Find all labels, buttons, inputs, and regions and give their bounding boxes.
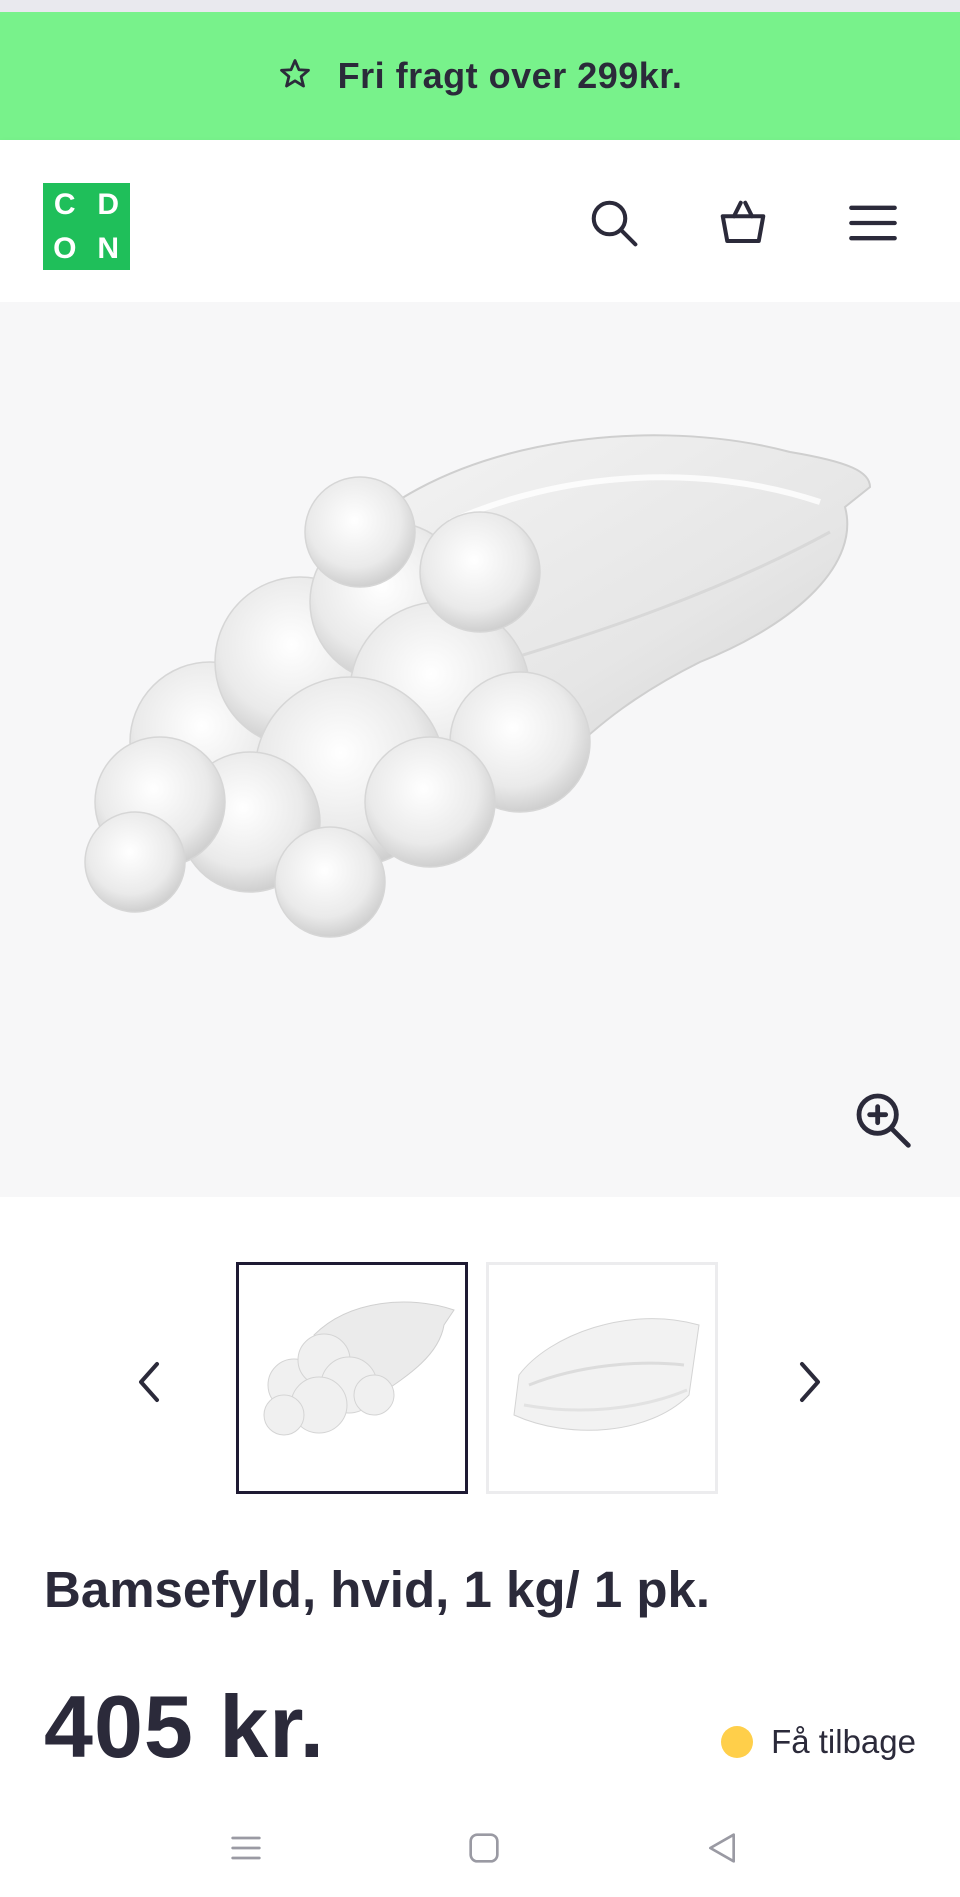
thumbnail-2[interactable] (486, 1262, 718, 1494)
cashback-dot (721, 1726, 754, 1758)
cashback-info[interactable]: Få tilbage (721, 1723, 916, 1761)
search-icon[interactable] (585, 194, 643, 252)
system-navigation-bar (0, 1800, 960, 1897)
thumbnail-carousel (0, 1262, 960, 1500)
status-strip (0, 0, 960, 12)
star-icon (278, 57, 312, 96)
home-icon[interactable] (456, 1820, 512, 1876)
basket-icon[interactable] (714, 194, 772, 252)
chevron-left-icon[interactable] (124, 1354, 174, 1410)
cdon-logo[interactable]: C D O N (43, 183, 130, 270)
free-shipping-banner: Fri fragt over 299kr. (0, 12, 960, 140)
logo-letter: C (53, 188, 76, 221)
thumbnail-1[interactable] (236, 1262, 468, 1494)
back-icon[interactable] (694, 1820, 750, 1876)
cashback-label: Få tilbage (771, 1723, 916, 1760)
banner-text: Fri fragt over 299kr. (337, 55, 683, 96)
fiber-fill-bag-image (84, 434, 872, 938)
menu-icon[interactable] (844, 194, 902, 252)
recent-apps-icon[interactable] (218, 1820, 274, 1876)
site-header: C D O N (0, 140, 960, 302)
product-main-image[interactable] (0, 302, 960, 1197)
product-title: Bamsefyld, hvid, 1 kg/ 1 pk. (44, 1561, 711, 1618)
logo-letter: O (53, 231, 77, 265)
logo-letter: N (97, 231, 120, 265)
zoom-in-icon[interactable] (851, 1088, 915, 1152)
product-price: 405 kr. (44, 1677, 326, 1776)
thumbnail-image (263, 1301, 455, 1436)
thumbnail-image (513, 1318, 700, 1431)
logo-letter: D (97, 188, 120, 221)
chevron-right-icon[interactable] (785, 1354, 835, 1410)
